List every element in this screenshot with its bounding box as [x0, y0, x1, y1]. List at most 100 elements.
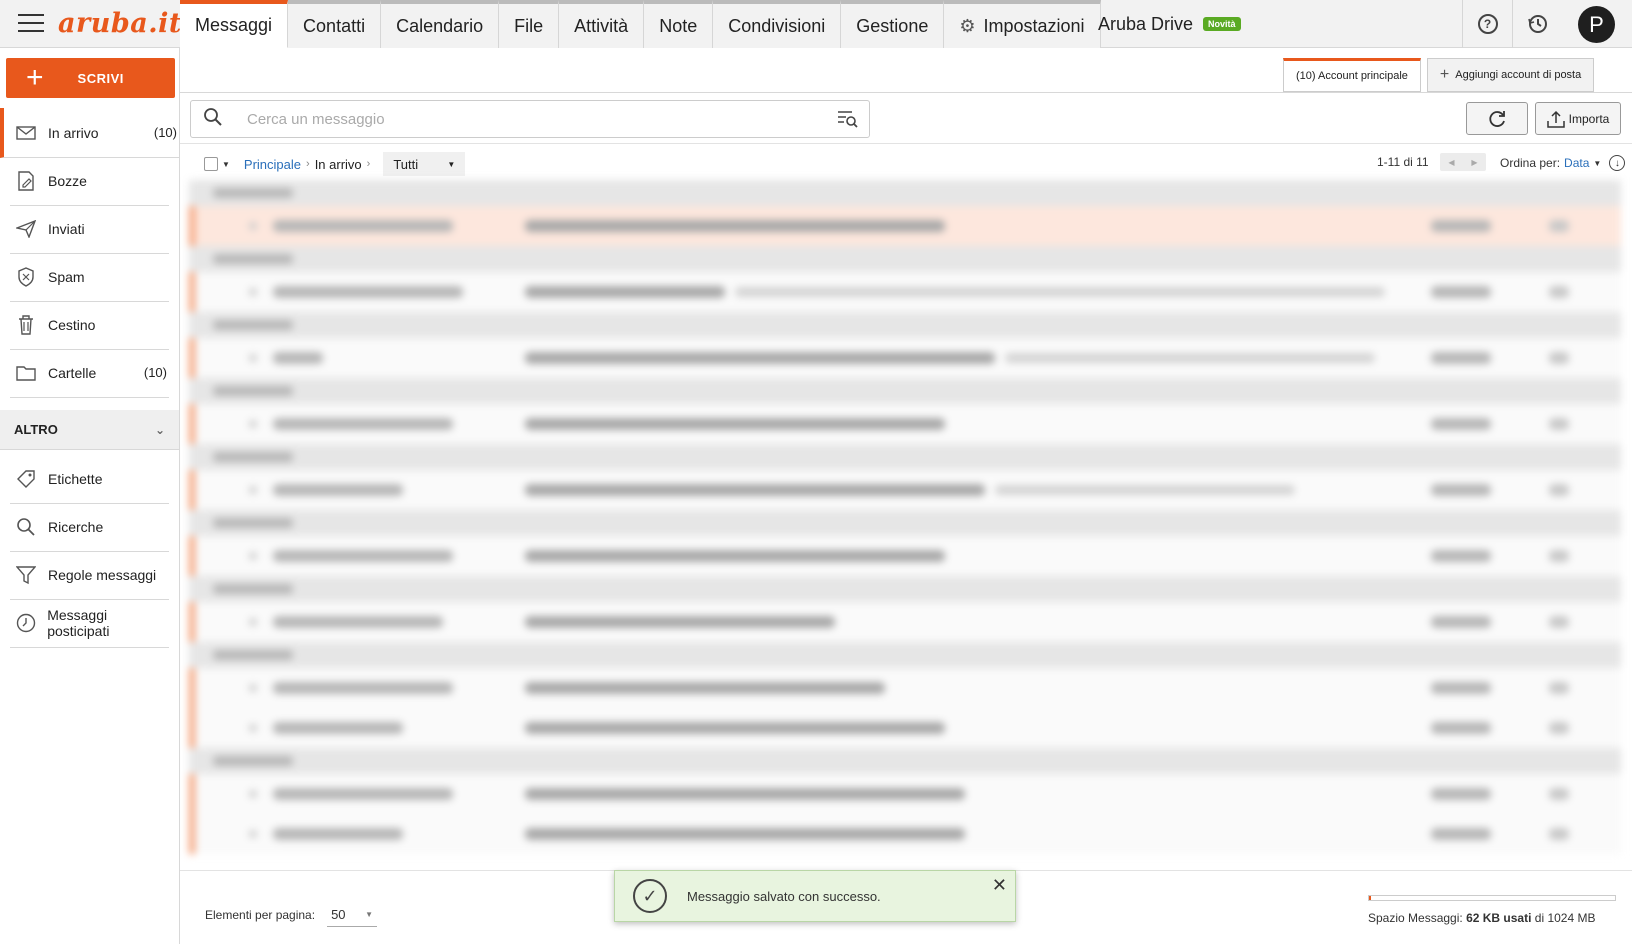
next-page-icon[interactable]: ▶: [1471, 158, 1477, 167]
tab-file[interactable]: File: [499, 0, 560, 48]
trash-icon: [14, 314, 38, 335]
message-row[interactable]: [189, 814, 1621, 854]
compose-label: SCRIVI: [77, 70, 124, 86]
compose-button[interactable]: + SCRIVI: [6, 58, 175, 98]
message-row[interactable]: [189, 206, 1621, 246]
message-row[interactable]: [189, 272, 1621, 312]
tab-contatti[interactable]: Contatti: [288, 0, 382, 48]
message-row[interactable]: [189, 668, 1621, 708]
close-icon[interactable]: ✕: [992, 875, 1007, 896]
plus-icon: +: [1439, 66, 1450, 83]
message-row[interactable]: [189, 536, 1621, 576]
sidebar-item-labels[interactable]: Etichette: [10, 454, 169, 504]
sidebar-item-drafts[interactable]: Bozze: [10, 156, 169, 206]
aruba-logo[interactable]: aruba.it: [58, 8, 182, 39]
help-button[interactable]: ?: [1462, 0, 1512, 48]
date-group: [189, 246, 1621, 272]
tab-label: Calendario: [396, 15, 484, 36]
caret-down-icon[interactable]: ▼: [1593, 159, 1601, 168]
tab-gestione[interactable]: Gestione: [841, 0, 945, 48]
caret-down-icon: ▼: [365, 910, 374, 919]
search-box: [190, 100, 870, 138]
breadcrumb-root[interactable]: Principale: [244, 157, 301, 172]
sidebar-item-label: Inviati: [48, 220, 85, 237]
sidebar-item-searches[interactable]: Ricerche: [10, 502, 169, 552]
sidebar-item-folders[interactable]: Cartelle (10): [10, 348, 169, 398]
advanced-search-icon[interactable]: [837, 109, 859, 129]
message-row[interactable]: [189, 338, 1621, 378]
new-badge: Novità: [1203, 17, 1241, 31]
toast-message: Messaggio salvato con successo.: [687, 888, 881, 904]
main-tabs: Messaggi Contatti Calendario File Attivi…: [180, 0, 1101, 48]
folder-icon: [14, 363, 38, 383]
success-toast: ✓ Messaggio salvato con successo. ✕: [614, 870, 1016, 922]
unread-count: (10): [153, 125, 177, 140]
folder-count: (10): [143, 365, 167, 380]
date-group: [189, 642, 1621, 668]
tab-attivita[interactable]: Attività: [559, 0, 645, 48]
chevron-right-icon: ›: [306, 158, 310, 170]
sidebar-item-scheduled[interactable]: Messaggi posticipati: [10, 598, 169, 648]
message-row[interactable]: [189, 470, 1621, 510]
tab-condivisioni[interactable]: Condivisioni: [713, 0, 842, 48]
quota-text: Spazio Messaggi: 62 KB usati di 1024 MB: [1368, 911, 1616, 925]
sidebar-item-label: In arrivo: [48, 124, 99, 141]
caret-down-icon[interactable]: ▼: [222, 160, 230, 169]
menu-icon[interactable]: [18, 14, 44, 34]
message-row[interactable]: [189, 708, 1621, 748]
sidebar-item-inbox[interactable]: In arrivo (10): [0, 108, 179, 158]
tab-impostazioni[interactable]: ⚙ Impostazioni: [944, 0, 1101, 48]
avatar[interactable]: P: [1578, 6, 1615, 43]
upload-icon: [1546, 110, 1565, 128]
date-group: [189, 444, 1621, 470]
sort-control: Ordina per: Data ▼ ↓: [1500, 155, 1626, 171]
add-account-button[interactable]: + Aggiungi account di posta: [1426, 58, 1595, 92]
tab-calendario[interactable]: Calendario: [381, 0, 500, 48]
drive-label: Aruba Drive: [1098, 13, 1194, 34]
date-group: [189, 576, 1621, 602]
storage-quota: Spazio Messaggi: 62 KB usati di 1024 MB: [1368, 895, 1616, 925]
sidebar-item-trash[interactable]: Cestino: [10, 300, 169, 350]
sidebar-item-sent[interactable]: Inviati: [10, 204, 169, 254]
tab-label: Note: [659, 15, 698, 36]
tab-messaggi[interactable]: Messaggi: [180, 0, 289, 48]
perpage-select[interactable]: 50 ▼: [327, 903, 378, 927]
sidebar: + SCRIVI In arrivo (10) Bozze Inviati Sp…: [0, 48, 180, 944]
pager-buttons[interactable]: ◀ ▶: [1440, 153, 1486, 171]
envelope-icon: [14, 123, 38, 143]
history-button[interactable]: [1512, 0, 1562, 48]
date-group: [189, 748, 1621, 774]
tab-note[interactable]: Note: [644, 0, 714, 48]
breadcrumb: ▼ Principale › In arrivo › Tutti ▼: [204, 152, 466, 176]
message-filter-select[interactable]: Tutti ▼: [383, 152, 466, 176]
prev-page-icon[interactable]: ◀: [1448, 158, 1454, 167]
sidebar-item-label: Cestino: [48, 316, 96, 333]
message-row[interactable]: [189, 404, 1621, 444]
import-button[interactable]: Importa: [1535, 102, 1621, 135]
date-group: [189, 510, 1621, 536]
sort-direction-icon[interactable]: ↓: [1609, 155, 1626, 171]
draft-icon: [14, 170, 38, 191]
quota-fill: [1369, 896, 1372, 900]
message-row[interactable]: [189, 602, 1621, 642]
gear-icon: ⚙: [959, 15, 976, 36]
quota-label: Spazio Messaggi:: [1368, 911, 1463, 925]
sidebar-item-label: Messaggi posticipati: [47, 606, 110, 639]
select-all-checkbox[interactable]: [204, 157, 218, 171]
perpage-label: Elementi per pagina:: [205, 908, 316, 922]
sidebar-item-rules[interactable]: Regole messaggi: [10, 550, 169, 600]
sidebar-item-label: Ricerche: [48, 518, 104, 535]
section-altro[interactable]: ALTRO ⌄: [0, 410, 179, 450]
chevron-down-icon: ⌄: [154, 422, 165, 437]
search-input[interactable]: [247, 110, 827, 128]
account-tab-main[interactable]: (10) Account principale: [1283, 58, 1421, 92]
tab-label: Impostazioni: [983, 15, 1085, 36]
sort-field[interactable]: Data: [1564, 156, 1589, 170]
aruba-drive-link[interactable]: Aruba Drive Novità: [1098, 0, 1241, 48]
sidebar-item-spam[interactable]: Spam: [10, 252, 169, 302]
plus-icon: +: [26, 61, 44, 94]
date-group: [189, 312, 1621, 338]
sort-label: Ordina per:: [1500, 156, 1561, 170]
refresh-button[interactable]: [1466, 102, 1528, 135]
message-row[interactable]: [189, 774, 1621, 814]
